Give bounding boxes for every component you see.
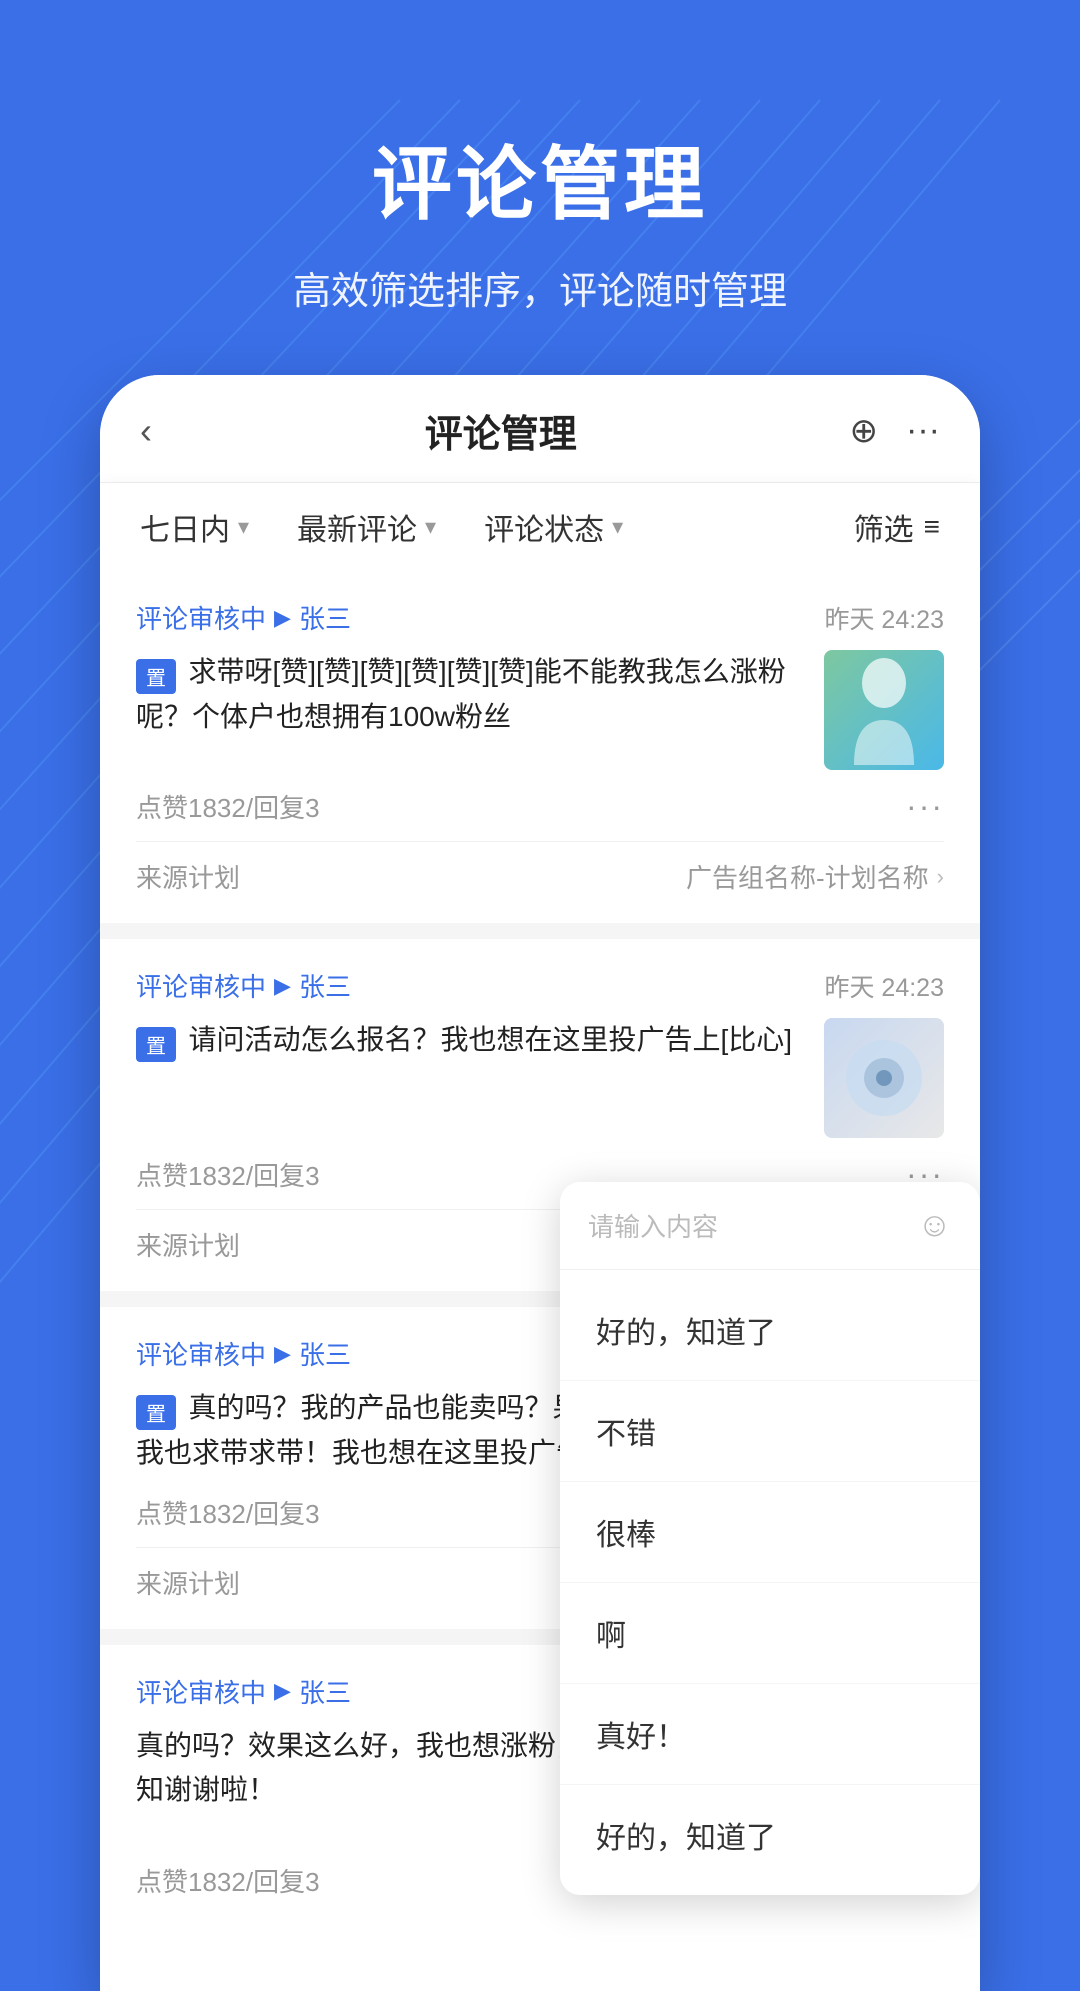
chevron-down-icon: ▾ [425, 514, 436, 540]
emoji-icon[interactable]: ☺ [917, 1206, 952, 1245]
filter-latest[interactable]: 最新评论 ▾ [297, 505, 436, 549]
comment-text-area: 置 请问活动怎么报名？我也想在这里投广告上[比心] [136, 1018, 804, 1063]
comment-status: 评论审核中 ▶ 张三 [136, 599, 351, 636]
arrow-icon: ▶ [274, 605, 291, 631]
comment-list: 评论审核中 ▶ 张三 昨天 24:23 置 求带呀[赞][赞][赞][赞][赞]… [100, 571, 980, 1975]
stats-row: 点赞1832/回复3 ··· [136, 788, 944, 825]
comment-status: 评论审核中 ▶ 张三 [136, 967, 351, 1004]
hero-section: 评论管理 高效筛选排序，评论随时管理 [0, 0, 1080, 375]
phone-title: 评论管理 [425, 403, 577, 458]
quick-reply-popup: 请输入内容 ☺ 好的，知道了 不错 很棒 啊 真好！ 好的，知道了 [560, 1182, 980, 1895]
phone-frame: ‹ 评论管理 ⊕ ··· 七日内 ▾ 最新评论 ▾ 评论状态 ▾ 筛选 [100, 375, 980, 1991]
more-icon[interactable]: ··· [906, 411, 940, 451]
comment-meta: 评论审核中 ▶ 张三 昨天 24:23 [136, 967, 944, 1004]
arrow-icon: ▶ [274, 973, 291, 999]
more-options-btn[interactable]: ··· [906, 788, 944, 825]
quick-reply-item[interactable]: 真好！ [560, 1684, 980, 1785]
comment-text-area: 置 求带呀[赞][赞][赞][赞][赞][赞]能不能教我怎么涨粉呢？个体户也想拥… [136, 650, 804, 740]
quick-reply-item[interactable]: 好的，知道了 [560, 1280, 980, 1381]
hero-title: 评论管理 [0, 120, 1080, 236]
quick-reply-item[interactable]: 好的，知道了 [560, 1785, 980, 1885]
comment-card: 评论审核中 ▶ 张三 昨天 24:23 置 求带呀[赞][赞][赞][赞][赞]… [100, 571, 980, 923]
comment-status: 评论审核中 ▶ 张三 [136, 1673, 351, 1710]
quick-reply-item[interactable]: 不错 [560, 1381, 980, 1482]
reply-input-placeholder[interactable]: 请输入内容 [588, 1207, 917, 1244]
source-row: 来源计划 广告组名称-计划名称 › [136, 841, 944, 895]
reply-input-row: 请输入内容 ☺ [560, 1182, 980, 1270]
filter-icon: ≡ [924, 511, 940, 543]
comment-image [824, 1018, 944, 1138]
filter-seven-days[interactable]: 七日内 ▾ [140, 505, 249, 549]
comment-content-row: 置 求带呀[赞][赞][赞][赞][赞][赞]能不能教我怎么涨粉呢？个体户也想拥… [136, 650, 944, 770]
comment-badge: 置 [136, 659, 176, 694]
search-icon[interactable]: ⊕ [850, 411, 879, 451]
header-icons: ⊕ ··· [850, 411, 940, 451]
comment-content-row: 置 请问活动怎么报名？我也想在这里投广告上[比心] [136, 1018, 944, 1138]
arrow-icon: ▶ [274, 1341, 291, 1367]
chevron-right-icon: › [937, 864, 944, 890]
hero-subtitle: 高效筛选排序，评论随时管理 [0, 260, 1080, 315]
comment-status: 评论审核中 ▶ 张三 [136, 1335, 351, 1372]
filter-advanced[interactable]: 筛选 ≡ [854, 505, 940, 549]
quick-reply-item[interactable]: 啊 [560, 1583, 980, 1684]
quick-reply-item[interactable]: 很棒 [560, 1482, 980, 1583]
chevron-down-icon: ▾ [612, 514, 623, 540]
source-link[interactable]: 广告组名称-计划名称 › [686, 858, 944, 895]
comment-meta: 评论审核中 ▶ 张三 昨天 24:23 [136, 599, 944, 636]
arrow-icon: ▶ [274, 1678, 291, 1704]
filter-status[interactable]: 评论状态 ▾ [484, 505, 623, 549]
comment-badge: 置 [136, 1027, 176, 1062]
comment-image [824, 650, 944, 770]
back-icon[interactable]: ‹ [140, 410, 152, 452]
phone-mockup: ‹ 评论管理 ⊕ ··· 七日内 ▾ 最新评论 ▾ 评论状态 ▾ 筛选 [100, 375, 980, 1991]
filter-bar: 七日内 ▾ 最新评论 ▾ 评论状态 ▾ 筛选 ≡ [100, 483, 980, 571]
comment-badge: 置 [136, 1395, 176, 1430]
phone-header: ‹ 评论管理 ⊕ ··· [100, 375, 980, 483]
chevron-down-icon: ▾ [238, 514, 249, 540]
quick-items: 好的，知道了 不错 很棒 啊 真好！ 好的，知道了 [560, 1270, 980, 1895]
